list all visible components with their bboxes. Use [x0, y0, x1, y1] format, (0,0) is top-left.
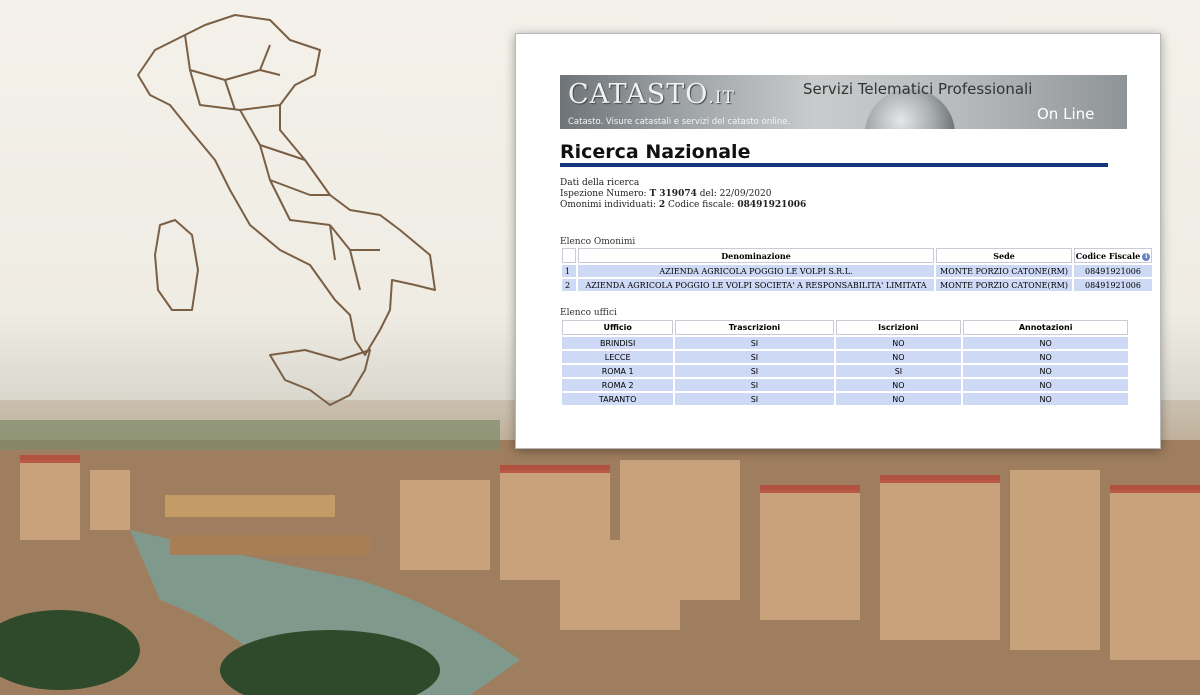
search-heading: Dati della ricerca: [560, 178, 640, 188]
column-header: Trascrizioni: [675, 320, 834, 335]
title-divider: [560, 163, 1108, 167]
column-header: Ufficio: [562, 320, 674, 335]
column-header: Iscrizioni: [835, 320, 962, 335]
codice-fiscale-cell: 08491921006: [1074, 279, 1152, 291]
sede-cell: MONTE PORZIO CATONE(RM): [936, 265, 1072, 277]
denominazione-cell: AZIENDA AGRICOLA POGGIO LE VOLPI S.R.L.: [578, 265, 934, 277]
table-row[interactable]: 2 AZIENDA AGRICOLA POGGIO LE VOLPI SOCIE…: [562, 279, 1152, 291]
table-header-row: Denominazione Sede Codice Fiscale i: [562, 248, 1152, 263]
column-header: Codice Fiscale i: [1074, 248, 1152, 263]
omonimi-count: 2: [658, 200, 666, 210]
omonimi-line: Omonimi individuati: 2 Codice fiscale: 0…: [560, 200, 807, 210]
online-label: On Line: [1037, 105, 1095, 123]
service-title: Servizi Telematici Professionali: [803, 80, 1033, 98]
denominazione-cell: AZIENDA AGRICOLA POGGIO LE VOLPI SOCIETA…: [578, 279, 934, 291]
uffici-section-label: Elenco uffici: [560, 308, 617, 318]
column-header: Annotazioni: [963, 320, 1128, 335]
column-header: Denominazione: [578, 248, 934, 263]
table-header-row: Ufficio Trascrizioni Iscrizioni Annotazi…: [562, 320, 1128, 335]
page-title: Ricerca Nazionale: [560, 141, 751, 163]
column-header: Sede: [936, 248, 1072, 263]
info-icon[interactable]: i: [1142, 252, 1151, 261]
inspection-number: T 319074: [649, 189, 697, 199]
codice-fiscale-cell: 08491921006: [1074, 265, 1152, 277]
brand-tagline: Catasto. Visure catastali e servizi del …: [568, 117, 791, 127]
table-row[interactable]: ROMA 1 SI SI NO: [562, 365, 1128, 377]
table-row[interactable]: 1 AZIENDA AGRICOLA POGGIO LE VOLPI S.R.L…: [562, 265, 1152, 277]
fiscal-code: 08491921006: [737, 200, 807, 210]
omonimi-table: Denominazione Sede Codice Fiscale i 1 AZI…: [560, 246, 1154, 293]
uffici-table: Ufficio Trascrizioni Iscrizioni Annotazi…: [560, 318, 1130, 407]
table-row[interactable]: LECCE SI NO NO: [562, 351, 1128, 363]
table-row[interactable]: BRINDISI SI NO NO: [562, 337, 1128, 349]
brand-logo[interactable]: CATASTO.IT: [568, 79, 735, 110]
table-row[interactable]: TARANTO SI NO NO: [562, 393, 1128, 405]
italy-map: [137, 14, 436, 406]
catasto-banner: CATASTO.IT Catasto. Visure catastali e s…: [560, 75, 1127, 129]
search-results-window: CATASTO.IT Catasto. Visure catastali e s…: [515, 33, 1161, 449]
search-info: Dati della ricerca Ispezione Numero: T 3…: [560, 178, 806, 211]
inspection-date: 22/09/2020: [719, 189, 772, 199]
sede-cell: MONTE PORZIO CATONE(RM): [936, 279, 1072, 291]
inspection-line: Ispezione Numero: T 319074 del: 22/09/20…: [560, 189, 772, 199]
table-row[interactable]: ROMA 2 SI NO NO: [562, 379, 1128, 391]
